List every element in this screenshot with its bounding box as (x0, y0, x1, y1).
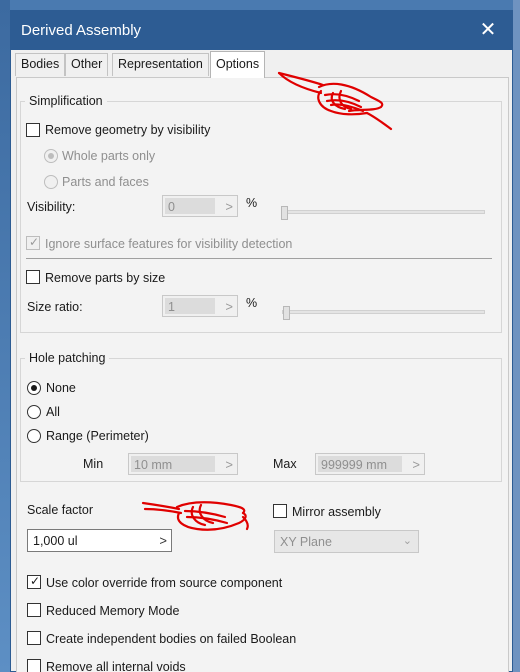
min-arrow-icon[interactable]: > (225, 457, 233, 472)
max-label: Max (273, 457, 297, 471)
reduced-memory-label: Reduced Memory Mode (46, 604, 180, 618)
hole-all-radio[interactable] (27, 405, 41, 419)
max-field[interactable]: 999999 mm > (315, 453, 425, 475)
desktop-background-left (0, 0, 10, 672)
remove-voids-checkbox[interactable] (27, 659, 41, 672)
mirror-assembly-checkbox[interactable] (273, 504, 287, 518)
mirror-plane-value: XY Plane (280, 535, 332, 549)
title-bar: Derived Assembly ✕ (11, 11, 512, 50)
parts-and-faces-label: Parts and faces (62, 175, 149, 189)
derived-assembly-dialog: Derived Assembly ✕ Bodies Other Represen… (10, 10, 513, 672)
annotation-arrow-scale (141, 501, 249, 531)
color-override-label: Use color override from source component (46, 576, 283, 590)
whole-parts-only-label: Whole parts only (62, 149, 156, 163)
size-ratio-label: Size ratio: (27, 300, 83, 314)
independent-bodies-label: Create independent bodies on failed Bool… (46, 632, 297, 646)
remove-parts-size-label: Remove parts by size (45, 271, 166, 285)
ignore-surface-checkbox[interactable]: ✓ (26, 235, 40, 250)
size-ratio-slider-track[interactable] (282, 310, 485, 314)
hole-patching-title: Hole patching (25, 351, 110, 365)
hole-none-radio[interactable] (27, 381, 41, 395)
hole-range-radio[interactable] (27, 429, 41, 443)
visibility-slider-track[interactable] (282, 210, 485, 214)
max-arrow-icon[interactable]: > (412, 457, 420, 472)
min-label: Min (83, 457, 104, 471)
chevron-down-icon: ⌄ (402, 535, 412, 547)
size-ratio-unit: % (246, 296, 258, 310)
visibility-slider-thumb[interactable] (281, 206, 288, 220)
desktop-background-right (513, 0, 520, 672)
size-ratio-arrow-icon[interactable]: > (225, 299, 233, 314)
close-icon[interactable]: ✕ (473, 17, 503, 43)
max-value: 999999 mm (321, 458, 388, 472)
window-title: Derived Assembly (21, 22, 142, 39)
whole-parts-only-radio[interactable] (44, 149, 58, 163)
color-override-checkbox[interactable]: ✓ (27, 574, 41, 589)
remove-geometry-visibility-checkbox[interactable] (26, 123, 40, 137)
mirror-plane-select[interactable]: XY Plane ⌄ (274, 530, 419, 553)
hole-all-label: All (46, 405, 60, 419)
scale-factor-label: Scale factor (27, 503, 94, 517)
visibility-arrow-icon[interactable]: > (225, 199, 233, 214)
remove-geometry-visibility-label: Remove geometry by visibility (45, 123, 211, 137)
annotation-arrow-options (277, 71, 393, 131)
size-ratio-field[interactable]: 1 > (162, 295, 238, 317)
mirror-assembly-label: Mirror assembly (292, 505, 381, 519)
size-ratio-slider-thumb[interactable] (283, 306, 290, 320)
tab-bodies[interactable]: Bodies (15, 53, 66, 76)
visibility-value: 0 (168, 200, 175, 214)
hole-range-label: Range (Perimeter) (46, 429, 149, 443)
simplification-separator (26, 258, 492, 259)
hole-none-label: None (46, 381, 76, 395)
scale-factor-value: 1,000 ul (33, 534, 78, 548)
remove-voids-label: Remove all internal voids (46, 660, 186, 672)
reduced-memory-checkbox[interactable] (27, 603, 41, 617)
visibility-label: Visibility: (27, 200, 76, 214)
min-field[interactable]: 10 mm > (128, 453, 238, 475)
visibility-unit: % (246, 196, 258, 210)
visibility-field[interactable]: 0 > (162, 195, 238, 217)
parts-and-faces-radio[interactable] (44, 175, 58, 189)
remove-parts-size-checkbox[interactable] (26, 270, 40, 284)
independent-bodies-checkbox[interactable] (27, 631, 41, 645)
scale-factor-arrow-icon[interactable]: > (159, 533, 167, 548)
min-value: 10 mm (134, 458, 173, 472)
options-panel: Simplification Remove geometry by visibi… (16, 77, 509, 672)
tab-representation[interactable]: Representation (112, 53, 209, 76)
tab-options[interactable]: Options (210, 51, 266, 78)
simplification-title: Simplification (25, 94, 107, 108)
size-ratio-value: 1 (168, 300, 175, 314)
ignore-surface-label: Ignore surface features for visibility d… (45, 237, 293, 251)
tab-other[interactable]: Other (65, 53, 109, 76)
